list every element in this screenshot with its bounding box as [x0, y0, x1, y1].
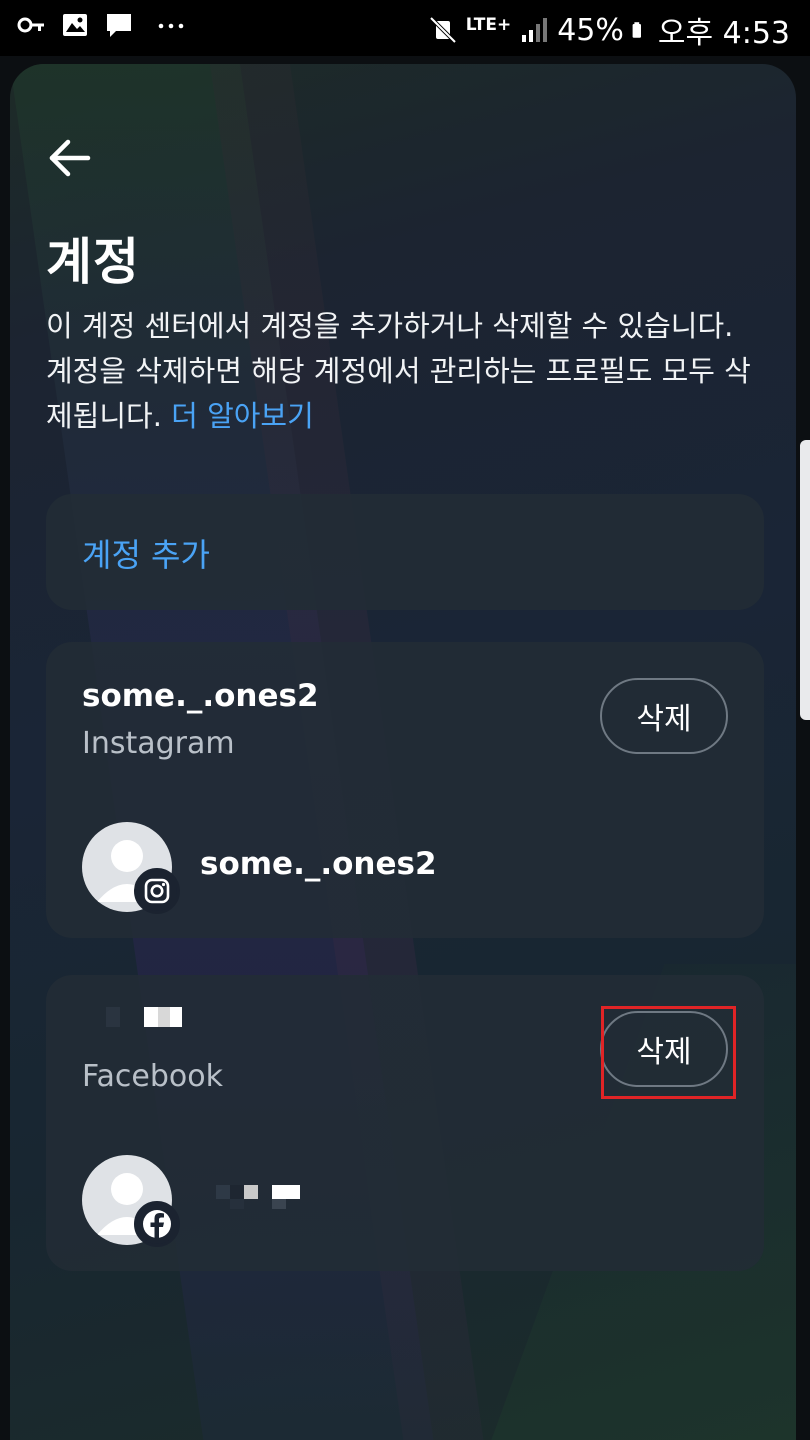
- add-account-button[interactable]: 계정 추가: [46, 494, 764, 610]
- image-icon: [63, 14, 87, 36]
- chat-icon: [107, 14, 131, 37]
- page-description: 이 계정 센터에서 계정을 추가하거나 삭제할 수 있습니다. 계정을 삭제하면…: [46, 304, 756, 439]
- learn-more-link[interactable]: 더 알아보기: [171, 399, 314, 433]
- battery-percent: 45%: [557, 12, 624, 48]
- signal-icon: [522, 18, 548, 42]
- key-icon: [17, 17, 44, 33]
- redacted-account-name: [82, 1007, 202, 1029]
- profile-name: some._.ones2: [200, 846, 437, 882]
- background-list-item: [30, 1412, 790, 1440]
- account-platform: Instagram: [82, 726, 235, 761]
- network-type: LTE+: [465, 15, 512, 35]
- delete-button[interactable]: 삭제: [600, 678, 728, 754]
- instagram-icon: [134, 868, 180, 914]
- redacted-profile-name: [216, 1181, 336, 1213]
- account-name: some._.ones2: [82, 678, 319, 714]
- more-dots-icon: [158, 23, 184, 29]
- account-card-instagram: some._.ones2 Instagram 삭제 some._.ones2: [46, 642, 764, 938]
- status-bar: LTE+ 45% 오후 4:53: [0, 0, 810, 56]
- page-title: 계정: [46, 233, 140, 291]
- back-arrow-icon[interactable]: [46, 136, 94, 180]
- account-platform: Facebook: [82, 1059, 223, 1094]
- vibrate-mute-icon: [429, 16, 457, 44]
- clock: 오후 4:53: [657, 16, 790, 51]
- scroll-handle[interactable]: [800, 440, 810, 720]
- accounts-sheet: 계정 이 계정 센터에서 계정을 추가하거나 삭제할 수 있습니다. 계정을 삭…: [10, 64, 796, 1440]
- highlight-box: [601, 1006, 736, 1099]
- battery-icon: [632, 22, 641, 38]
- description-text: 이 계정 센터에서 계정을 추가하거나 삭제할 수 있습니다. 계정을 삭제하면…: [46, 309, 751, 433]
- facebook-icon: [134, 1201, 180, 1247]
- add-account-label: 계정 추가: [82, 536, 210, 574]
